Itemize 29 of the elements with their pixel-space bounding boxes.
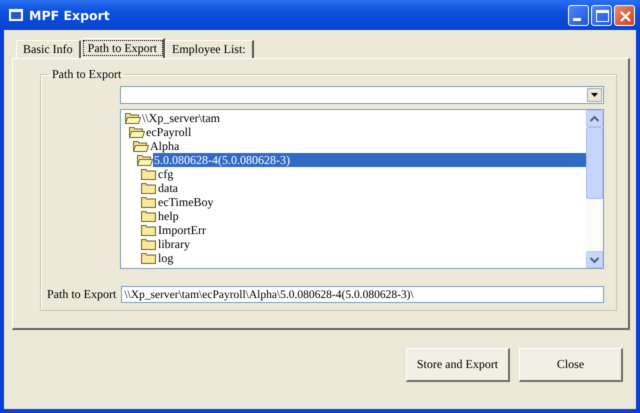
scrollbar[interactable] (586, 110, 603, 268)
close-button[interactable] (614, 4, 635, 26)
folder-item[interactable]: help (157, 209, 180, 223)
folder-item[interactable]: Alpha (149, 139, 180, 153)
folder-item[interactable]: ecTimeBoy (157, 195, 215, 209)
field-label: Path to Export (47, 287, 116, 302)
tab[interactable]: Employee List: (164, 40, 254, 58)
folder-item[interactable]: library (157, 237, 191, 251)
dialog-button[interactable]: Close (519, 348, 623, 382)
group-title: Path to Export (51, 67, 122, 82)
folder-item[interactable]: data (157, 181, 179, 195)
folder-item[interactable]: ImportErr (157, 223, 207, 237)
window-title: MPF Export (29, 8, 111, 22)
minimize-button[interactable] (568, 4, 589, 26)
path-field[interactable]: \\Xp_server\tam\ecPayroll\Alpha\5.0.080628-4(5.0.080628-3)\ (121, 286, 604, 303)
tab[interactable]: Basic Info (16, 40, 81, 58)
folder-item[interactable]: cfg (157, 167, 174, 181)
maximize-button[interactable] (591, 4, 612, 26)
dialog-button[interactable]: Store and Export (406, 348, 510, 382)
minimize-icon (573, 18, 581, 20)
tab[interactable]: Path to Export (80, 38, 165, 58)
window-icon (9, 9, 23, 21)
scroll-up-icon[interactable] (590, 116, 599, 122)
folder-item[interactable]: \\Xp_server\tam (141, 111, 221, 125)
folder-tree[interactable]: \\Xp_server\tam ecPayroll Alpha 5.0.080628-4(5.0.080628-3) cfg data ecTimeBoy help ImportErr library log (120, 109, 604, 269)
folder-item[interactable]: 5.0.080628-4(5.0.080628-3) (153, 153, 586, 167)
scroll-down-icon[interactable] (590, 256, 599, 262)
folder-item[interactable]: ecPayroll (145, 125, 192, 139)
folder-item[interactable]: log (157, 251, 174, 265)
